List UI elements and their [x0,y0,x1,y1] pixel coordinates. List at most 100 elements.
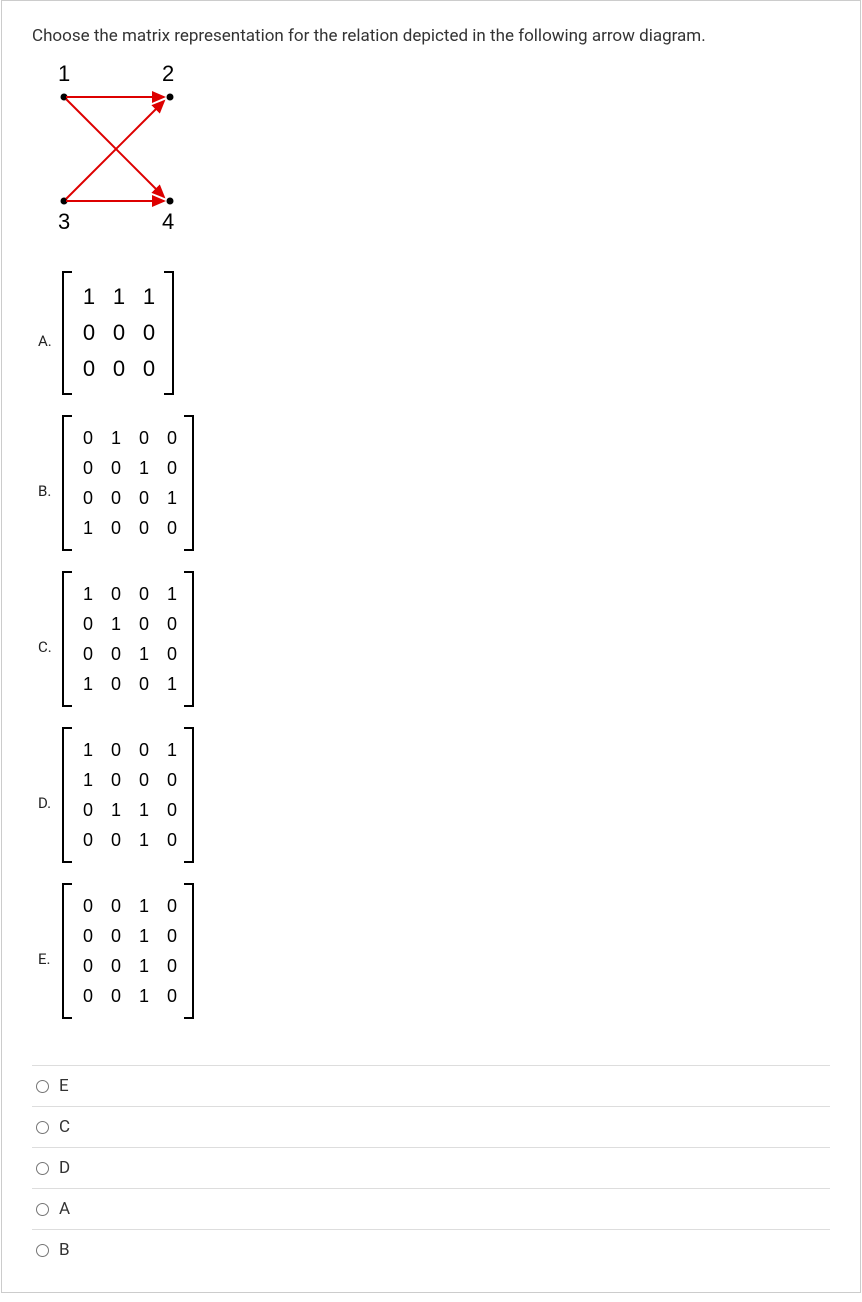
answer-row: A [32,1188,830,1229]
matrix-row: 1001 [74,579,210,609]
matrix: 0010001000100010 [60,883,224,1035]
matrix-cell: 1 [74,765,102,795]
answer-radio[interactable] [36,1203,49,1216]
matrix-cell: 0 [74,351,104,387]
matrix-cell: 0 [158,795,186,825]
matrix-cell: 0 [130,765,158,795]
matrix-row: 1001 [74,669,210,699]
answer-row: B [32,1229,830,1270]
matrix-cell: 0 [130,735,158,765]
matrix-cell: 1 [74,513,102,543]
matrix-cell: 0 [102,921,130,951]
option-letter: A. [38,332,58,350]
matrix-row: 0100 [74,423,210,453]
matrix-cell: 0 [102,891,130,921]
matrix-cell: 0 [102,825,130,855]
matrix: 1001100001100010 [60,727,224,879]
matrix-cell: 1 [130,981,158,1011]
matrix-cell: 1 [130,639,158,669]
matrix-cell: 0 [74,639,102,669]
option-row: A.111000000 [38,271,830,411]
answer-label: A [59,1199,70,1219]
option-letter: D. [38,794,58,812]
answer-label: C [59,1117,70,1137]
matrix-cell: 1 [130,453,158,483]
matrix-cell: 0 [158,513,186,543]
matrix-cell: 1 [74,669,102,699]
matrix-cell: 0 [130,609,158,639]
matrix-cell: 0 [130,423,158,453]
node-label-1: 1 [58,61,70,87]
matrix-cell: 0 [158,453,186,483]
matrix-cell: 1 [104,279,134,315]
arrow-svg [52,89,182,209]
matrix-cell: 0 [158,423,186,453]
matrix-row: 0010 [74,639,210,669]
matrix-row: 1000 [74,765,210,795]
matrix-cell: 0 [102,669,130,699]
matrix-cell: 0 [102,513,130,543]
matrix-row: 0010 [74,825,210,855]
option-letter: E. [38,950,58,968]
matrix-row: 1001 [74,735,210,765]
matrix-row: 0010 [74,951,210,981]
matrix-cell: 0 [104,315,134,351]
matrix-cell: 0 [102,735,130,765]
matrix-cell: 0 [74,891,102,921]
matrix-cell: 0 [134,351,164,387]
answer-radio[interactable] [36,1121,49,1134]
matrix-cell: 0 [130,669,158,699]
matrix-row: 0100 [74,609,210,639]
matrix-cell: 1 [158,579,186,609]
matrix-cell: 0 [130,579,158,609]
matrix-cell: 0 [74,795,102,825]
matrix-cell: 1 [102,609,130,639]
matrix-cell: 1 [130,825,158,855]
matrix-row: 0010 [74,921,210,951]
answer-radio[interactable] [36,1162,49,1175]
matrix-cell: 0 [74,921,102,951]
matrix-cell: 1 [102,423,130,453]
node-label-3: 3 [58,209,70,235]
matrix-row: 1000 [74,513,210,543]
matrix-cell: 0 [158,891,186,921]
matrix-cell: 1 [74,279,104,315]
matrix-cell: 1 [158,669,186,699]
matrix-cell: 0 [130,513,158,543]
matrix: 1001010000101001 [60,571,224,723]
answer-row: D [32,1147,830,1188]
matrix-cell: 0 [74,483,102,513]
matrix-row: 0010 [74,453,210,483]
matrix-cell: 1 [158,735,186,765]
matrix-cell: 1 [130,951,158,981]
matrix-cell: 0 [74,423,102,453]
matrix-cell: 0 [158,609,186,639]
matrix-cell: 0 [158,825,186,855]
matrix: 0100001000011000 [60,415,224,567]
answer-label: E [59,1076,69,1096]
answer-list: E CDA B [32,1065,830,1270]
option-row: E.0010001000100010 [38,883,830,1035]
matrix-cell: 0 [74,609,102,639]
option-row: C.1001010000101001 [38,571,830,723]
matrix-cell: 0 [102,453,130,483]
matrix-cell: 1 [74,735,102,765]
matrix-row: 0010 [74,981,210,1011]
option-row: D.1001100001100010 [38,727,830,879]
matrix-cell: 0 [102,579,130,609]
matrix-cell: 0 [102,951,130,981]
answer-label: B [59,1240,70,1260]
matrix-cell: 1 [102,795,130,825]
matrix-row: 0001 [74,483,210,513]
answer-radio[interactable] [36,1244,49,1257]
option-row: B.0100001000011000 [38,415,830,567]
option-letter: C. [38,638,58,656]
matrix-cell: 0 [74,951,102,981]
matrix-cell: 0 [102,765,130,795]
matrix-cell: 0 [74,315,104,351]
option-letter: B. [38,482,58,500]
matrix-row: 0010 [74,891,210,921]
node-label-2: 2 [162,61,174,87]
answer-radio[interactable] [36,1080,49,1093]
matrix-cell: 0 [158,765,186,795]
